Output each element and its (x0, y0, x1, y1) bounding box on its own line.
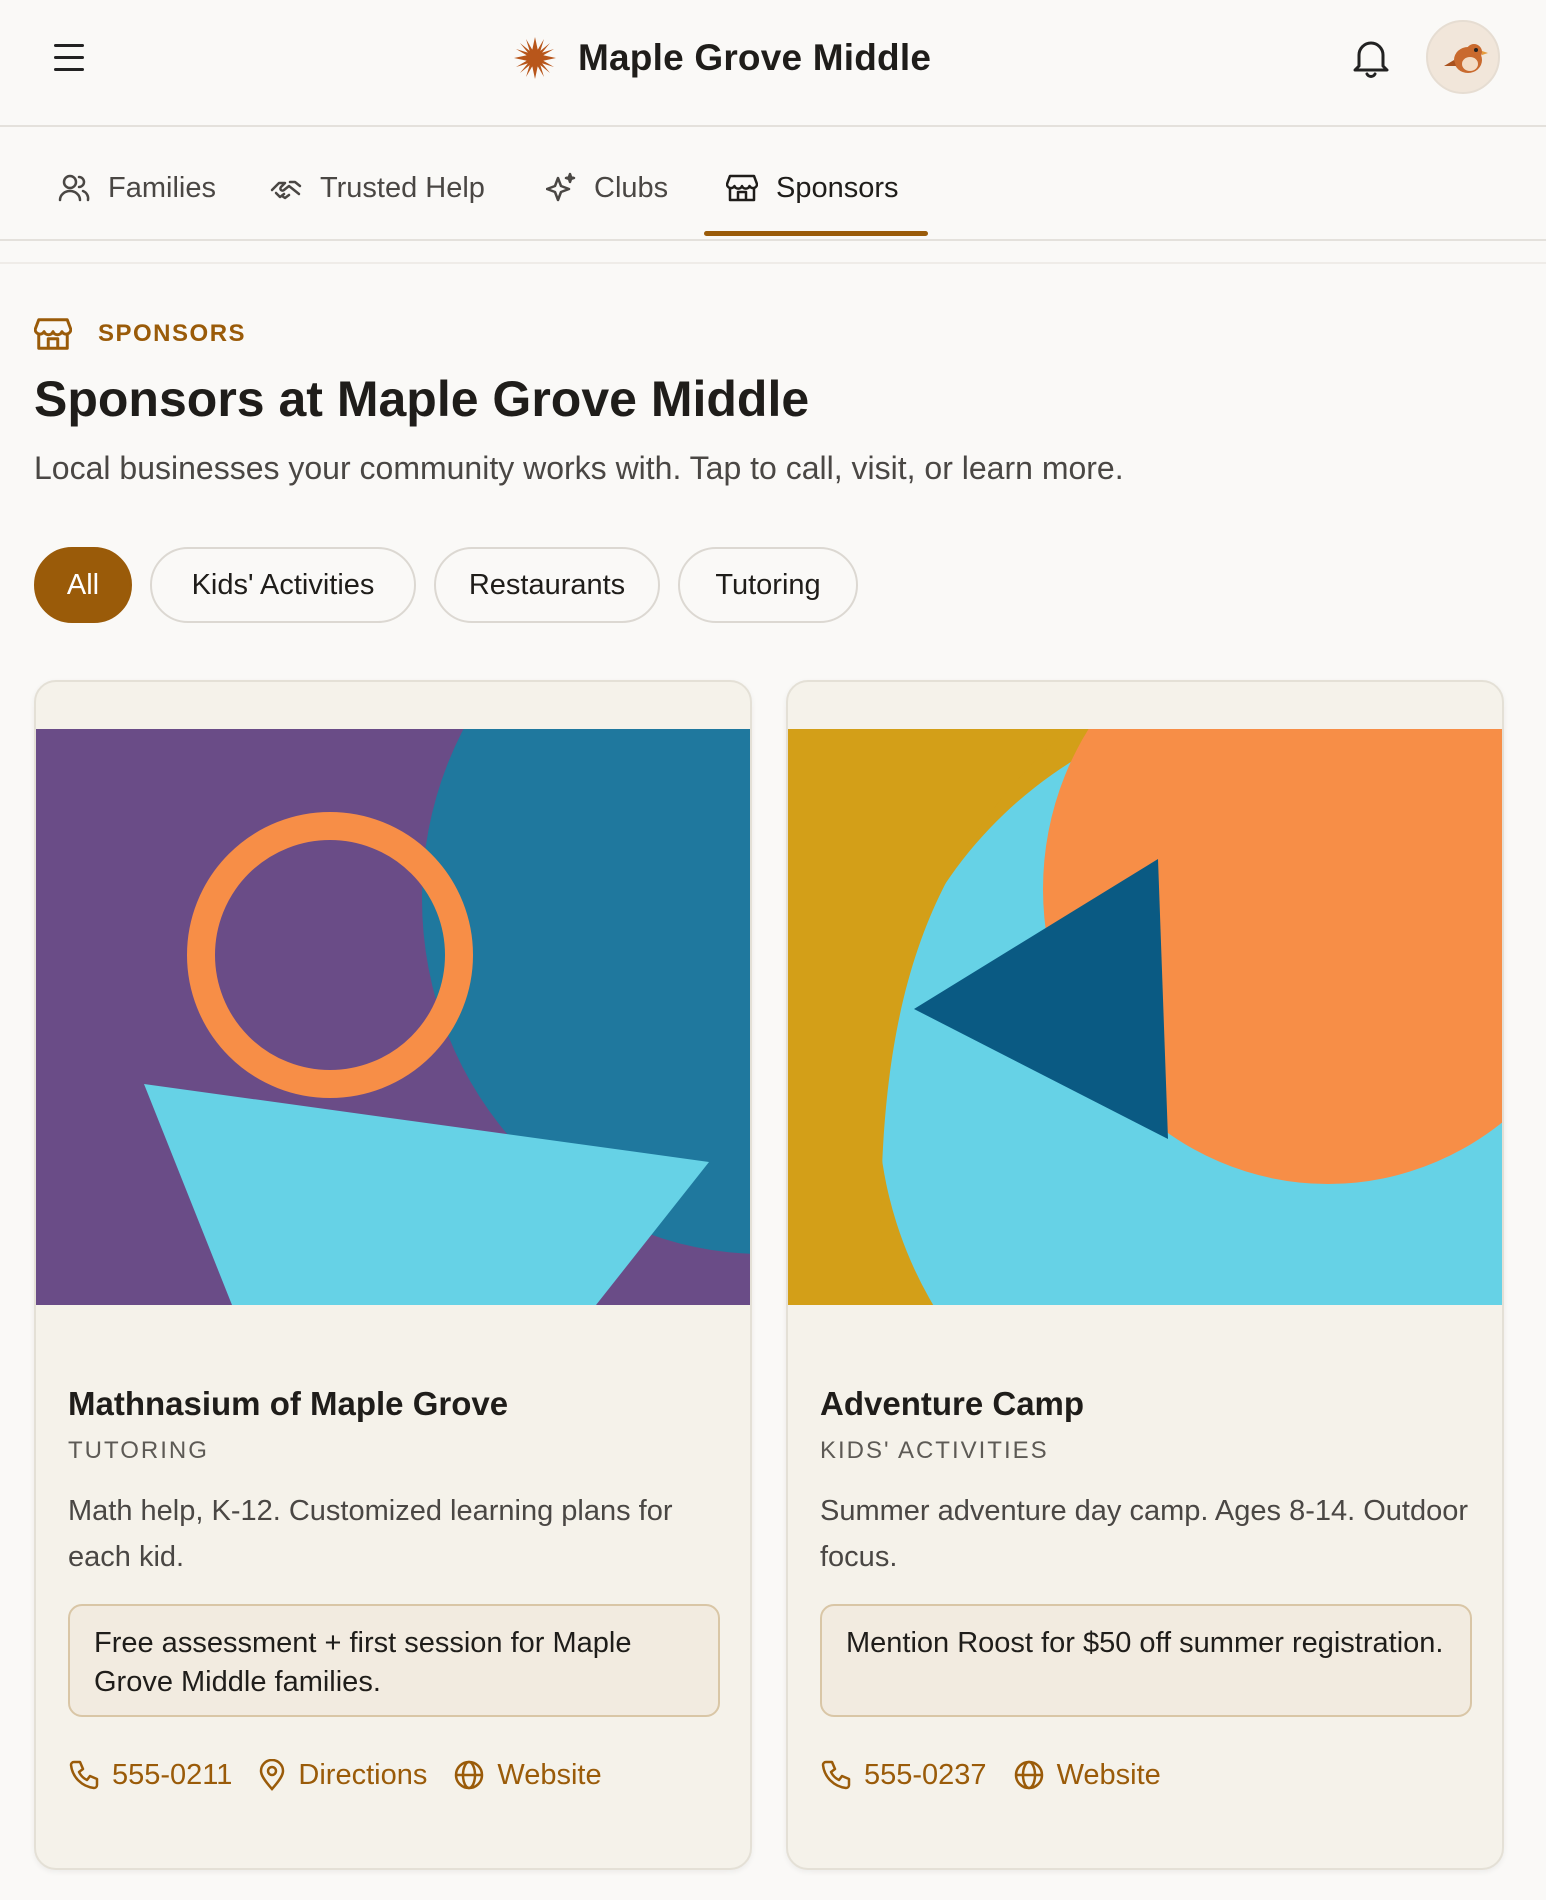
sparkles-icon (546, 172, 576, 202)
sponsor-actions: 555-0211 Directions Website (68, 1752, 628, 1798)
filter-chip-all[interactable]: All (34, 547, 132, 623)
filter-chip-tutoring[interactable]: Tutoring (678, 547, 858, 623)
section-eyebrow: SPONSORS (34, 314, 246, 354)
sponsor-description: Summer adventure day camp. Ages 8-14. Ou… (820, 1495, 1469, 1573)
tab-sponsors[interactable]: Sponsors (726, 158, 899, 218)
tab-families[interactable]: Families (58, 158, 216, 218)
call-link[interactable]: 555-0211 (68, 1759, 232, 1792)
main-tabs: Families Trusted Help Clubs Sponsors (0, 128, 1546, 241)
tab-label: Trusted Help (320, 171, 485, 204)
eyebrow-label: SPONSORS (98, 320, 247, 347)
sponsor-name: Adventure Camp (820, 1385, 1085, 1422)
page-subtitle: Local businesses your community works wi… (34, 450, 1124, 486)
tab-label: Clubs (594, 171, 669, 204)
phone-icon (821, 1760, 851, 1790)
phone-number: 555-0211 (112, 1758, 233, 1791)
sponsor-name: Mathnasium of Maple Grove (68, 1385, 509, 1422)
sunburst-logo-icon (514, 37, 556, 79)
sponsor-actions: 555-0237 Website (820, 1752, 1187, 1798)
globe-icon (1014, 1760, 1043, 1790)
avatar[interactable] (1426, 20, 1500, 94)
store-icon (34, 318, 72, 350)
sponsor-offer: Free assessment + first session for Mapl… (68, 1604, 720, 1717)
app-title: Maple Grove Middle (578, 37, 932, 78)
phone-number: 555-0237 (864, 1758, 987, 1791)
call-link[interactable]: 555-0237 (820, 1759, 987, 1792)
store-icon (726, 174, 758, 202)
divider (0, 262, 1546, 264)
sponsor-banner-image (36, 729, 750, 1305)
tab-label: Sponsors (776, 171, 899, 204)
directions-link[interactable]: Directions (258, 1759, 427, 1792)
sponsor-banner-image (788, 729, 1502, 1305)
bird-avatar-icon (1444, 44, 1488, 73)
sponsor-card: Mathnasium of Maple Grove TUTORING Math … (34, 680, 752, 1870)
active-tab-indicator (704, 231, 928, 236)
phone-icon (69, 1760, 99, 1790)
notifications-bell-icon[interactable] (1350, 36, 1392, 80)
users-icon (58, 174, 90, 202)
sponsor-category: KIDS' ACTIVITIES (820, 1437, 1049, 1464)
menu-icon[interactable] (48, 38, 92, 78)
sponsor-description: Math help, K-12. Customized learning pla… (68, 1495, 673, 1573)
handshake-icon (270, 180, 302, 200)
globe-icon (455, 1760, 484, 1790)
directions-label: Directions (298, 1758, 428, 1791)
tab-trusted-help[interactable]: Trusted Help (270, 158, 485, 218)
tab-label: Families (108, 171, 216, 204)
category-filter: All Kids' Activities Restaurants Tutorin… (34, 547, 876, 623)
website-link[interactable]: Website (453, 1758, 602, 1792)
page-title: Sponsors at Maple Grove Middle (34, 371, 810, 427)
sponsor-card: Adventure Camp KIDS' ACTIVITIES Summer a… (786, 680, 1504, 1870)
map-pin-icon (260, 1759, 285, 1791)
sponsor-category: TUTORING (68, 1437, 209, 1464)
filter-chip-kids-activities[interactable]: Kids' Activities (150, 547, 416, 623)
website-label: Website (1056, 1758, 1161, 1791)
sponsor-offer: Mention Roost for $50 off summer registr… (820, 1604, 1472, 1717)
app-brand: Maple Grove Middle (512, 32, 931, 84)
website-label: Website (497, 1758, 602, 1791)
top-app-bar: Maple Grove Middle (0, 0, 1546, 127)
filter-chip-restaurants[interactable]: Restaurants (434, 547, 660, 623)
tab-clubs[interactable]: Clubs (546, 158, 668, 218)
website-link[interactable]: Website (1013, 1759, 1161, 1792)
